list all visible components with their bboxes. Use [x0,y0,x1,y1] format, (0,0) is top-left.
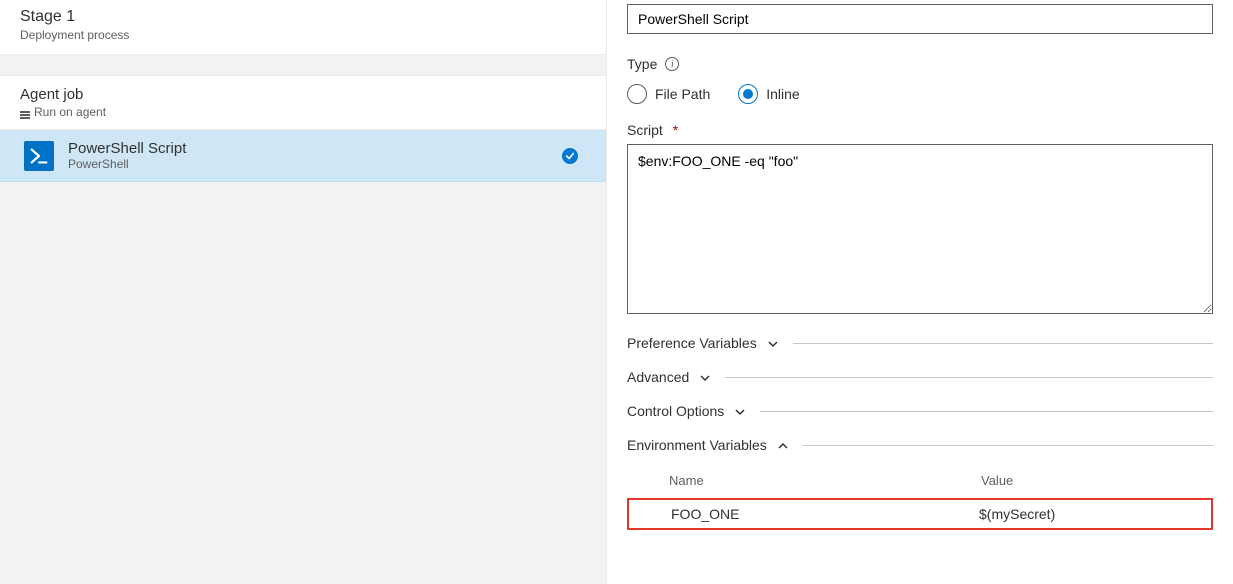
stage-title: Stage 1 [20,8,586,26]
agent-job-card[interactable]: Agent job Run on agent [0,75,606,130]
section-label: Control Options [627,403,724,419]
section-advanced[interactable]: Advanced [627,369,1213,385]
agent-job-subtitle: Run on agent [20,105,586,119]
powershell-icon [24,141,54,171]
table-row[interactable]: FOO_ONE $(mySecret) [627,498,1213,530]
display-name-input[interactable] [627,4,1213,34]
divider [760,411,1213,412]
type-label-row: Type i [627,56,1213,72]
section-label: Preference Variables [627,335,757,351]
env-table-header: Name Value [627,473,1213,498]
radio-file-path[interactable]: File Path [627,84,710,104]
task-item-powershell[interactable]: PowerShell Script PowerShell [0,130,606,182]
script-textarea[interactable] [627,144,1213,314]
radio-file-path-label: File Path [655,86,710,102]
script-label-row: Script * [627,122,1213,138]
divider [793,343,1213,344]
chevron-down-icon [699,371,711,383]
agent-job-sub-text: Run on agent [34,105,106,119]
right-panel: Type i File Path Inline Script * Preferen… [606,0,1233,584]
radio-circle-icon [738,84,758,104]
env-var-value: $(mySecret) [979,506,1199,522]
section-preference-variables[interactable]: Preference Variables [627,335,1213,351]
divider [725,377,1213,378]
task-status-check-icon [562,148,578,164]
type-label: Type [627,56,657,72]
divider [803,445,1213,446]
env-header-name: Name [669,473,981,488]
section-environment-variables[interactable]: Environment Variables [627,437,1213,453]
left-panel: Stage 1 Deployment process Agent job Run… [0,0,606,584]
env-var-name: FOO_ONE [671,506,979,522]
section-label: Environment Variables [627,437,767,453]
info-icon[interactable]: i [665,57,679,71]
stage-header[interactable]: Stage 1 Deployment process [0,0,606,55]
agent-icon [20,108,30,116]
chevron-down-icon [734,405,746,417]
script-label: Script [627,122,663,138]
chevron-down-icon [767,337,779,349]
task-subtitle: PowerShell [68,157,548,171]
agent-job-title: Agent job [20,86,586,103]
section-label: Advanced [627,369,689,385]
section-control-options[interactable]: Control Options [627,403,1213,419]
task-labels: PowerShell Script PowerShell [68,140,548,171]
type-radio-group: File Path Inline [627,84,1213,104]
stage-subtitle: Deployment process [20,28,586,42]
task-title: PowerShell Script [68,140,548,157]
chevron-up-icon [777,439,789,451]
radio-circle-icon [627,84,647,104]
env-variables-table: Name Value FOO_ONE $(mySecret) [627,473,1213,530]
radio-inline-label: Inline [766,86,799,102]
radio-inline[interactable]: Inline [738,84,799,104]
required-asterisk: * [673,122,678,138]
env-header-value: Value [981,473,1201,488]
